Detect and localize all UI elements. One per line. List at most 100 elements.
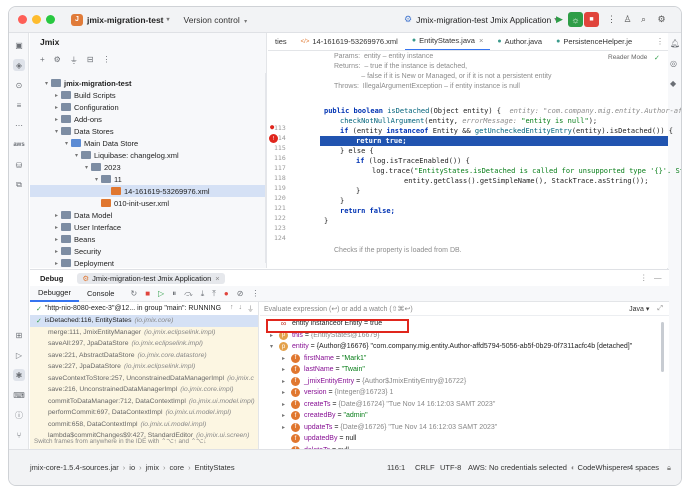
variable-row[interactable]: f updatedBy = null: [260, 433, 669, 445]
tree-item[interactable]: 010-init-user.xml: [30, 197, 266, 209]
chevron-right-icon[interactable]: ▸: [52, 260, 61, 267]
tree-item[interactable]: ▾ Data Stores: [30, 125, 266, 137]
chevron-down-icon[interactable]: ▾: [42, 80, 51, 87]
variables-scrollbar[interactable]: [661, 322, 664, 372]
step-out-icon[interactable]: ⤒: [212, 289, 216, 299]
stop-icon[interactable]: ■: [145, 289, 150, 299]
chevron-right-icon[interactable]: ▸: [52, 248, 61, 255]
tree-item[interactable]: ▸ Configuration: [30, 101, 266, 113]
problems-tool-icon[interactable]: ⓘ: [13, 409, 25, 421]
services-tool-icon[interactable]: ⊞: [13, 329, 25, 341]
tree-item[interactable]: ▸ User Interface: [30, 221, 266, 233]
stack-frame[interactable]: saveAll:297, JpaDataStore (io.jmix.eclips…: [30, 338, 258, 350]
step-over-icon[interactable]: ⤼: [184, 289, 193, 299]
maven-tool-icon[interactable]: ⧉: [13, 179, 25, 191]
step-into-icon[interactable]: ⤓: [201, 289, 205, 299]
project-tool-icon[interactable]: ▣: [13, 39, 25, 51]
git-tool-icon[interactable]: ⑂: [13, 429, 25, 441]
chevron-right-icon[interactable]: ▸: [282, 355, 291, 362]
tree-item[interactable]: 14-161619-53269976.xml: [30, 185, 266, 197]
more-tabs-icon[interactable]: ⋮: [656, 37, 664, 46]
search-icon[interactable]: ⌕: [636, 12, 651, 27]
chevron-right-icon[interactable]: ▸: [282, 378, 291, 385]
tree-item[interactable]: ▾ jmix-migration-test: [30, 77, 266, 89]
filter-icon[interactable]: ⏚: [70, 55, 78, 66]
stack-frame[interactable]: commitToDataManager:712, DataContextImpl…: [30, 396, 258, 408]
line-separator[interactable]: CRLF: [415, 463, 435, 472]
close-icon[interactable]: ×: [215, 274, 219, 283]
caret-position[interactable]: 116:1: [387, 463, 405, 472]
file-encoding[interactable]: UTF-8: [440, 463, 461, 472]
terminal-tool-icon[interactable]: ⌨: [13, 389, 25, 401]
editor-tab[interactable]: ties: [268, 33, 294, 50]
thread-selector[interactable]: ✓ "http-nio-8080-exec-3"@12... in group …: [30, 302, 258, 315]
codewhisperer-status[interactable]: ◐ CodeWhisperer: [571, 463, 630, 472]
chevron-right-icon[interactable]: ▸: [52, 104, 61, 111]
chevron-right-icon[interactable]: ▸: [282, 424, 291, 431]
tree-item[interactable]: ▸ Data Model: [30, 209, 266, 221]
editor-tab[interactable]: ● EntityStates.java ×: [404, 33, 491, 50]
breadcrumb-item[interactable]: io: [129, 463, 135, 472]
database-tool-icon[interactable]: ⛁: [13, 159, 25, 171]
pause-icon[interactable]: ⏸: [172, 289, 176, 299]
add-icon[interactable]: +: [40, 55, 45, 66]
minimize-window-button[interactable]: [32, 15, 41, 24]
more-actions-icon[interactable]: ⋮: [604, 12, 619, 27]
resume-icon[interactable]: ▷: [158, 289, 164, 299]
chevron-right-icon[interactable]: ▸: [282, 366, 291, 373]
language-selector[interactable]: Java ▾: [629, 305, 649, 313]
expand-icon[interactable]: ⤢: [657, 305, 663, 313]
run-configuration-selector[interactable]: ⚙ Jmix-migration-test Jmix Application ▾: [404, 14, 557, 25]
editor-tab[interactable]: </> 14-161619-53269976.xml: [294, 33, 405, 50]
collapse-all-icon[interactable]: ⊟: [87, 55, 94, 66]
chevron-right-icon[interactable]: ▸: [282, 401, 291, 408]
tree-item[interactable]: ▸ Beans: [30, 233, 266, 245]
more-icon[interactable]: ⋮: [251, 289, 259, 299]
breadcrumb-item[interactable]: EntityStates: [195, 463, 235, 472]
editor-tab[interactable]: ● Author.java: [490, 33, 549, 50]
jmix-ui-preview-icon[interactable]: ◎: [670, 59, 677, 68]
close-window-button[interactable]: [18, 15, 27, 24]
more-icon[interactable]: ⋮: [103, 55, 111, 66]
tree-item[interactable]: ▾ Main Data Store: [30, 137, 266, 149]
editor-tab[interactable]: ● PersistenceHelper.je: [549, 33, 639, 50]
tree-item[interactable]: ▸ Security: [30, 245, 266, 257]
debug-tool-icon[interactable]: ✱: [13, 369, 25, 381]
aws-tool-icon[interactable]: aws: [13, 139, 25, 151]
stack-frame[interactable]: merge:111, JmixEntityManager (io.jmix.ecl…: [30, 327, 258, 339]
maximize-window-button[interactable]: [46, 15, 55, 24]
breadcrumb-item[interactable]: jmix: [146, 463, 159, 472]
stack-frame[interactable]: saveContextToStore:257, UnconstrainedDat…: [30, 373, 258, 385]
variable-row[interactable]: ▸ f createdBy = "admin": [260, 410, 669, 422]
tab-debugger[interactable]: Debugger: [30, 286, 79, 302]
debug-button[interactable]: ☼: [568, 12, 583, 27]
chevron-down-icon[interactable]: ▾: [82, 164, 91, 171]
stack-frame[interactable]: save:221, AbstractDataStore (io.jmix.core…: [30, 350, 258, 362]
chevron-down-icon[interactable]: ▾: [92, 176, 101, 183]
up-arrow-icon[interactable]: ↑: [230, 304, 234, 314]
more-options-icon[interactable]: ⋮: [640, 273, 648, 282]
settings-icon[interactable]: ⚙: [54, 55, 61, 66]
filter-icon[interactable]: ⏚: [247, 304, 254, 314]
settings-gear-icon[interactable]: ⚙: [654, 12, 669, 27]
run-button[interactable]: ▶: [552, 12, 567, 27]
tree-item[interactable]: ▸ Deployment: [30, 257, 266, 269]
chevron-right-icon[interactable]: ▸: [52, 92, 61, 99]
stack-frame[interactable]: commit:658, DataContextImpl (io.jmix.ui.m…: [30, 419, 258, 431]
variable-row[interactable]: ▸ f _jmixEntityEntry = {Author$JmixEntityE…: [260, 376, 669, 388]
rerun-icon[interactable]: ↻: [130, 289, 137, 299]
tree-item[interactable]: ▾ 11: [30, 173, 266, 185]
debug-session-tab[interactable]: ⚙ Jmix-migration-test Jmix Application ×: [77, 272, 225, 284]
stack-frame[interactable]: save:227, JpaDataStore (io.jmix.eclipseli…: [30, 361, 258, 373]
chevron-down-icon[interactable]: ▾: [72, 152, 81, 159]
tab-console[interactable]: Console: [79, 286, 123, 302]
chevron-down-icon[interactable]: ▾: [52, 128, 61, 135]
stack-frame[interactable]: performCommit:697, DataContextImpl (io.jm…: [30, 407, 258, 419]
chevron-right-icon[interactable]: ▸: [52, 224, 61, 231]
more-tools-icon[interactable]: ⋯: [13, 119, 25, 131]
chevron-down-icon[interactable]: ▾: [270, 343, 279, 350]
chevron-right-icon[interactable]: ▸: [282, 389, 291, 396]
variable-row[interactable]: ▾ p entity = {Author@16676} "com.company.m…: [260, 341, 669, 353]
variable-row[interactable]: ▸ f firstName = "Mark1": [260, 353, 669, 365]
indent-setting[interactable]: 4 spaces: [629, 463, 659, 472]
